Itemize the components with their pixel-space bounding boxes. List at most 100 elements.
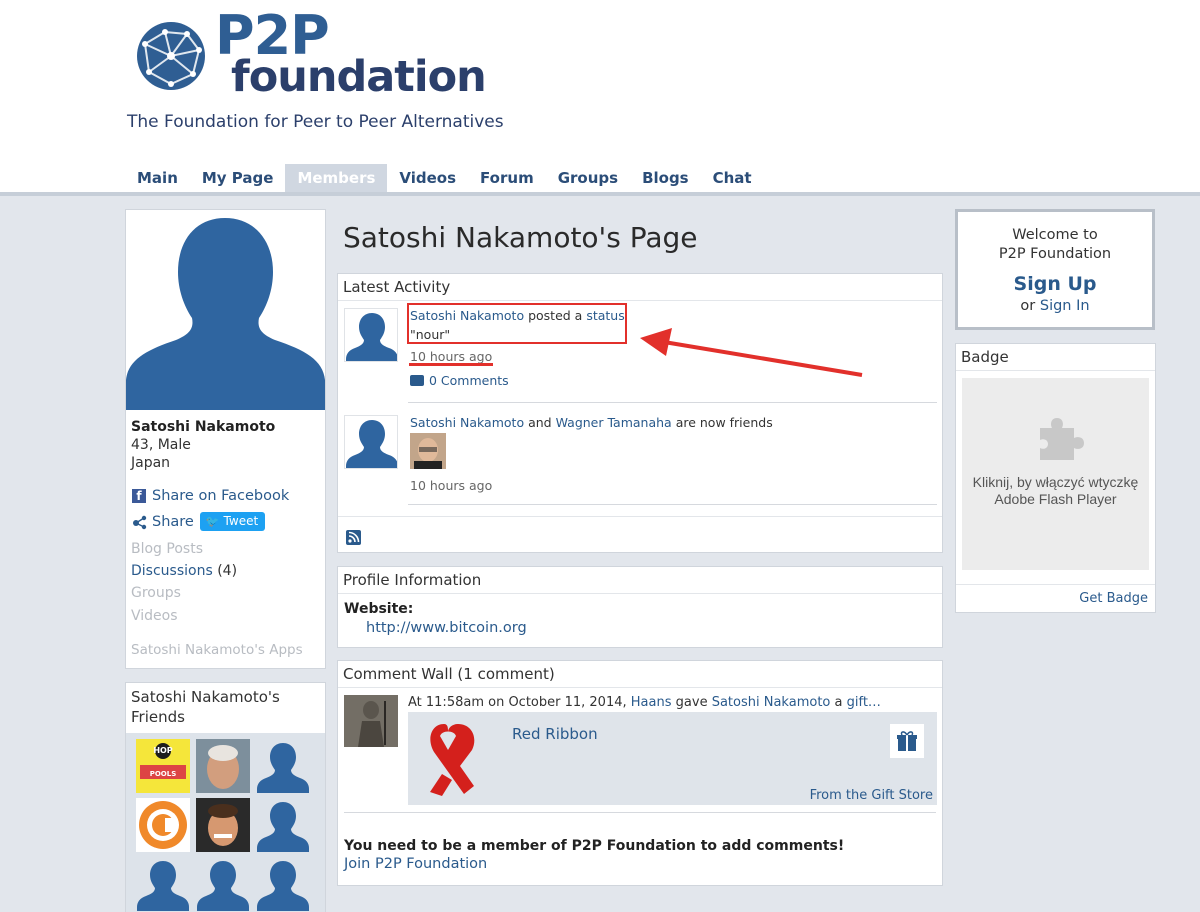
discussions-link[interactable]: Discussions (4) (131, 563, 237, 579)
welcome-text: Welcome to P2P Foundation (958, 226, 1152, 264)
website-link[interactable]: http://www.bitcoin.org (366, 620, 527, 636)
site-header: P2P foundation The Foundation for Peer t… (0, 0, 1200, 192)
annotation-highlight-box (407, 303, 627, 344)
comment-icon (410, 375, 424, 386)
activity-and: and (528, 415, 552, 430)
default-avatar-icon (197, 861, 249, 911)
red-ribbon-icon[interactable] (418, 720, 488, 798)
sign-up-link[interactable]: Sign Up (958, 273, 1152, 295)
actor-link[interactable]: Satoshi Nakamoto (410, 415, 524, 430)
knight-avatar (344, 695, 398, 747)
comments-label: 0 Comments (429, 373, 509, 388)
groups-link[interactable]: Groups (131, 585, 181, 601)
share-facebook-link[interactable]: f Share on Facebook (132, 488, 289, 504)
badge-heading: Badge (956, 344, 1155, 371)
gift-link[interactable]: gift… (847, 695, 881, 710)
apps-link[interactable]: Satoshi Nakamoto's Apps (131, 642, 303, 658)
gift-box-icon[interactable] (890, 724, 924, 758)
friend-avatar[interactable] (256, 739, 310, 793)
sign-in-link[interactable]: Sign In (1040, 298, 1090, 314)
friend-avatar[interactable]: HOP POOLS (136, 739, 190, 793)
annotation-underline (409, 363, 493, 366)
get-badge-link[interactable]: Get Badge (1079, 591, 1148, 606)
nav-tab-members[interactable]: Members (285, 164, 388, 192)
welcome-line-1: Welcome to (1012, 227, 1098, 243)
default-avatar-icon (137, 861, 189, 911)
rss-icon[interactable] (346, 530, 361, 545)
friend-photo-avatar (410, 433, 446, 469)
friends-title: Satoshi Nakamoto's Friends (131, 688, 280, 726)
activity-friends-line: Satoshi Nakamoto and Wagner Tamanaha are… (410, 415, 773, 430)
or-text: or (1020, 298, 1036, 314)
annotation-arrow-icon (640, 328, 863, 377)
friend-link[interactable]: Wagner Tamanaha (556, 415, 672, 430)
join-link[interactable]: Join P2P Foundation (344, 856, 487, 872)
puzzle-piece-icon (1040, 418, 1084, 460)
nav-tab-forum[interactable]: Forum (468, 164, 546, 192)
nav-divider (0, 192, 1200, 196)
default-avatar-icon (126, 218, 325, 410)
friend-avatar[interactable] (196, 739, 250, 793)
facebook-icon: f (132, 489, 146, 503)
activity-time[interactable]: 10 hours ago (410, 349, 492, 364)
activity-footer-divider (338, 516, 942, 517)
nav-tab-chat[interactable]: Chat (701, 164, 764, 192)
nav-tab-my-page[interactable]: My Page (190, 164, 286, 192)
comment-gave: gave (675, 695, 708, 710)
activity-avatar[interactable] (344, 308, 398, 362)
videos-link[interactable]: Videos (131, 608, 178, 624)
nav-tab-blogs[interactable]: Blogs (630, 164, 701, 192)
man-photo-avatar (196, 739, 250, 793)
sign-in-row: or Sign In (958, 298, 1152, 314)
welcome-box: Welcome to P2P Foundation Sign Up or Sig… (955, 209, 1155, 330)
twitter-bird-icon: 🐦 (205, 514, 220, 528)
friends-panel: Satoshi Nakamoto's Friends HOP POOLS (125, 682, 326, 912)
nav-tab-groups[interactable]: Groups (546, 164, 630, 192)
friends-grid: HOP POOLS (126, 733, 325, 912)
hop-pools-avatar: HOP POOLS (136, 739, 190, 793)
site-logo[interactable]: P2P foundation (135, 4, 487, 102)
tweet-button[interactable]: 🐦 Tweet (199, 512, 266, 531)
activity-suffix: are now friends (675, 415, 773, 430)
default-avatar-icon (346, 420, 397, 468)
share-facebook-label: Share on Facebook (152, 488, 290, 504)
gift-store-link[interactable]: From the Gift Store (810, 788, 933, 803)
friend-avatar[interactable] (136, 857, 190, 911)
badge-panel: Badge Kliknij, by włączyć wtyczkę Adobe … (955, 343, 1156, 613)
friend-avatar[interactable] (196, 857, 250, 911)
commenter-avatar[interactable] (344, 695, 398, 747)
activity-divider (408, 402, 937, 403)
comment-wall-divider (344, 812, 936, 813)
member-required-message: You need to be a member of P2P Foundatio… (344, 838, 845, 854)
flash-plugin-text: Kliknij, by włączyć wtyczkę Adobe Flash … (972, 474, 1139, 507)
discussions-count: (4) (217, 563, 238, 579)
activity-divider (408, 504, 937, 505)
activity-avatar[interactable] (344, 415, 398, 469)
friend-avatar[interactable] (136, 798, 190, 852)
profile-information-heading: Profile Information (338, 567, 942, 594)
blog-posts-link[interactable]: Blog Posts (131, 541, 203, 557)
activity-time[interactable]: 10 hours ago (410, 478, 492, 493)
friend-avatar[interactable] (256, 798, 310, 852)
friend-avatar[interactable] (196, 798, 250, 852)
share-icon[interactable] (132, 514, 148, 530)
flash-plugin-placeholder[interactable]: Kliknij, by włączyć wtyczkę Adobe Flash … (962, 378, 1149, 570)
default-avatar-icon (257, 802, 309, 852)
profile-photo[interactable] (126, 210, 325, 410)
smiling-man-avatar (196, 798, 250, 852)
profile-name: Satoshi Nakamoto (131, 419, 276, 435)
friend-avatar[interactable] (256, 857, 310, 911)
default-avatar-icon (346, 313, 397, 361)
website-label: Website: (344, 601, 414, 617)
friend-thumbnail[interactable] (410, 433, 446, 469)
recipient-link[interactable]: Satoshi Nakamoto (712, 695, 831, 710)
sender-link[interactable]: Haans (631, 695, 672, 710)
comments-link[interactable]: 0 Comments (410, 373, 509, 388)
nav-tab-main[interactable]: Main (125, 164, 190, 192)
badge-divider (956, 584, 1155, 585)
share-label[interactable]: Share (152, 514, 194, 530)
default-avatar-icon (257, 861, 309, 911)
nav-tab-videos[interactable]: Videos (387, 164, 468, 192)
profile-sidebar: Satoshi Nakamoto 43, Male Japan f Share … (125, 209, 326, 669)
gift-name-link[interactable]: Red Ribbon (512, 725, 598, 743)
